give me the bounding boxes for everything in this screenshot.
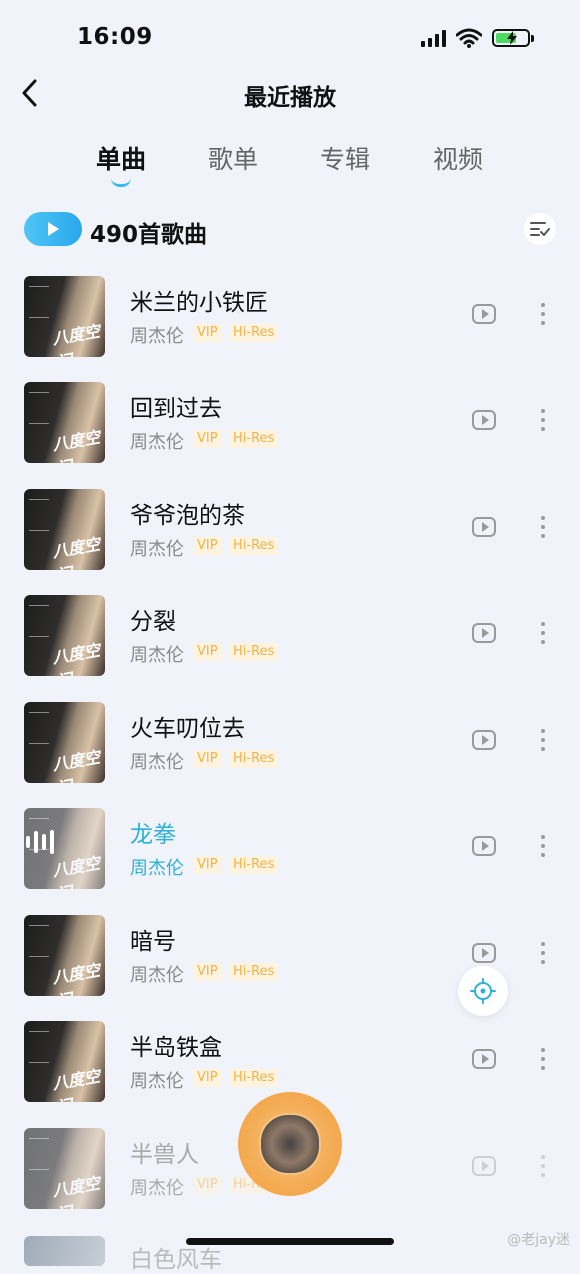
vip-badge: VIP [193, 643, 222, 661]
hires-badge: Hi-Res [229, 1069, 279, 1087]
play-video-icon[interactable] [472, 836, 496, 856]
album-cover: 八度空间 [24, 276, 105, 357]
status-icons [421, 28, 534, 48]
album-cover: 八度空间 [24, 489, 105, 570]
mini-player-disc[interactable] [238, 1092, 342, 1196]
more-options-icon[interactable] [533, 1152, 553, 1180]
tab-videos[interactable]: 视频 [433, 140, 483, 176]
song-row[interactable]: 八度空间 火车叨位去 周杰伦 VIP Hi-Res [0, 696, 580, 802]
song-count: 490首歌曲 [90, 222, 208, 248]
song-artist: 周杰伦 [130, 858, 184, 879]
song-row[interactable]: 八度空间 分裂 周杰伦 VIP Hi-Res [0, 589, 580, 695]
hires-badge: Hi-Res [229, 856, 279, 874]
wifi-icon [456, 28, 482, 48]
song-title-partial: 白色风车 [130, 1247, 222, 1273]
album-cover: 八度空间 [24, 702, 105, 783]
play-video-icon[interactable] [472, 410, 496, 430]
more-options-icon[interactable] [533, 1045, 553, 1073]
status-bar: 16:09 [0, 0, 580, 80]
song-row-now-playing[interactable]: 八度空间 龙拳 周杰伦 VIP Hi-Res [0, 802, 580, 908]
page-title: 最近播放 [244, 85, 336, 111]
status-time: 16:09 [77, 24, 153, 50]
watermark: @老jay迷 [507, 1232, 570, 1248]
play-video-icon[interactable] [472, 730, 496, 750]
crosshair-icon [470, 978, 496, 1004]
album-cover: 八度空间 [24, 1128, 105, 1209]
more-options-icon[interactable] [533, 300, 553, 328]
hires-badge: Hi-Res [229, 643, 279, 661]
locate-current-song-button[interactable] [458, 966, 508, 1016]
song-title: 暗号 [130, 929, 176, 955]
song-title: 火车叨位去 [130, 716, 245, 742]
home-indicator[interactable] [186, 1238, 394, 1245]
tab-bar: 单曲 歌单 专辑 视频 [0, 140, 580, 190]
hires-badge: Hi-Res [229, 324, 279, 342]
play-video-icon[interactable] [472, 304, 496, 324]
list-check-icon [530, 222, 550, 236]
tab-playlists[interactable]: 歌单 [208, 140, 258, 176]
song-row[interactable]: 八度空间 米兰的小铁匠 周杰伦 VIP Hi-Res [0, 270, 580, 376]
song-title: 分裂 [130, 609, 176, 635]
hires-badge: Hi-Res [229, 537, 279, 555]
vip-badge: VIP [193, 750, 222, 768]
vip-badge: VIP [193, 856, 222, 874]
album-cover: 八度空间 [24, 382, 105, 463]
now-playing-icon [26, 830, 54, 854]
song-row[interactable]: 八度空间 回到过去 周杰伦 VIP Hi-Res [0, 376, 580, 482]
song-artist: 周杰伦 [130, 539, 184, 560]
vip-badge: VIP [193, 1069, 222, 1087]
song-artist: 周杰伦 [130, 1178, 184, 1199]
album-cover-partial [24, 1236, 105, 1266]
hires-badge: Hi-Res [229, 430, 279, 448]
song-artist: 周杰伦 [130, 432, 184, 453]
play-all-button[interactable] [24, 212, 82, 246]
vip-badge: VIP [193, 963, 222, 981]
song-artist: 周杰伦 [130, 645, 184, 666]
album-cover: 八度空间 [24, 1021, 105, 1102]
hires-badge: Hi-Res [229, 750, 279, 768]
song-title: 爷爷泡的茶 [130, 503, 245, 529]
hires-badge: Hi-Res [229, 963, 279, 981]
more-options-icon[interactable] [533, 513, 553, 541]
play-video-icon[interactable] [472, 623, 496, 643]
play-video-icon[interactable] [472, 943, 496, 963]
song-artist: 周杰伦 [130, 752, 184, 773]
song-row[interactable]: 八度空间 爷爷泡的茶 周杰伦 VIP Hi-Res [0, 483, 580, 589]
vip-badge: VIP [193, 537, 222, 555]
song-artist: 周杰伦 [130, 1071, 184, 1092]
tab-albums[interactable]: 专辑 [320, 140, 370, 176]
song-artist: 周杰伦 [130, 326, 184, 347]
more-options-icon[interactable] [533, 619, 553, 647]
album-disc-icon [259, 1113, 321, 1175]
song-artist: 周杰伦 [130, 965, 184, 986]
play-icon [48, 222, 59, 236]
album-cover: 八度空间 [24, 595, 105, 676]
song-title: 回到过去 [130, 396, 222, 422]
play-video-icon[interactable] [472, 1049, 496, 1069]
vip-badge: VIP [193, 430, 222, 448]
more-options-icon[interactable] [533, 406, 553, 434]
album-cover: 八度空间 [24, 915, 105, 996]
vip-badge: VIP [193, 1176, 222, 1194]
song-title: 半岛铁盒 [130, 1035, 222, 1061]
vip-badge: VIP [193, 324, 222, 342]
more-options-icon[interactable] [533, 726, 553, 754]
more-options-icon[interactable] [533, 939, 553, 967]
play-video-icon[interactable] [472, 1156, 496, 1176]
song-title: 米兰的小铁匠 [130, 290, 268, 316]
song-title: 龙拳 [130, 822, 176, 848]
multi-select-button[interactable] [524, 213, 556, 245]
more-options-icon[interactable] [533, 832, 553, 860]
cellular-signal-icon [421, 29, 446, 47]
tab-singles[interactable]: 单曲 [96, 140, 146, 176]
battery-charging-icon [492, 29, 534, 47]
play-video-icon[interactable] [472, 517, 496, 537]
song-title: 半兽人 [130, 1142, 199, 1168]
